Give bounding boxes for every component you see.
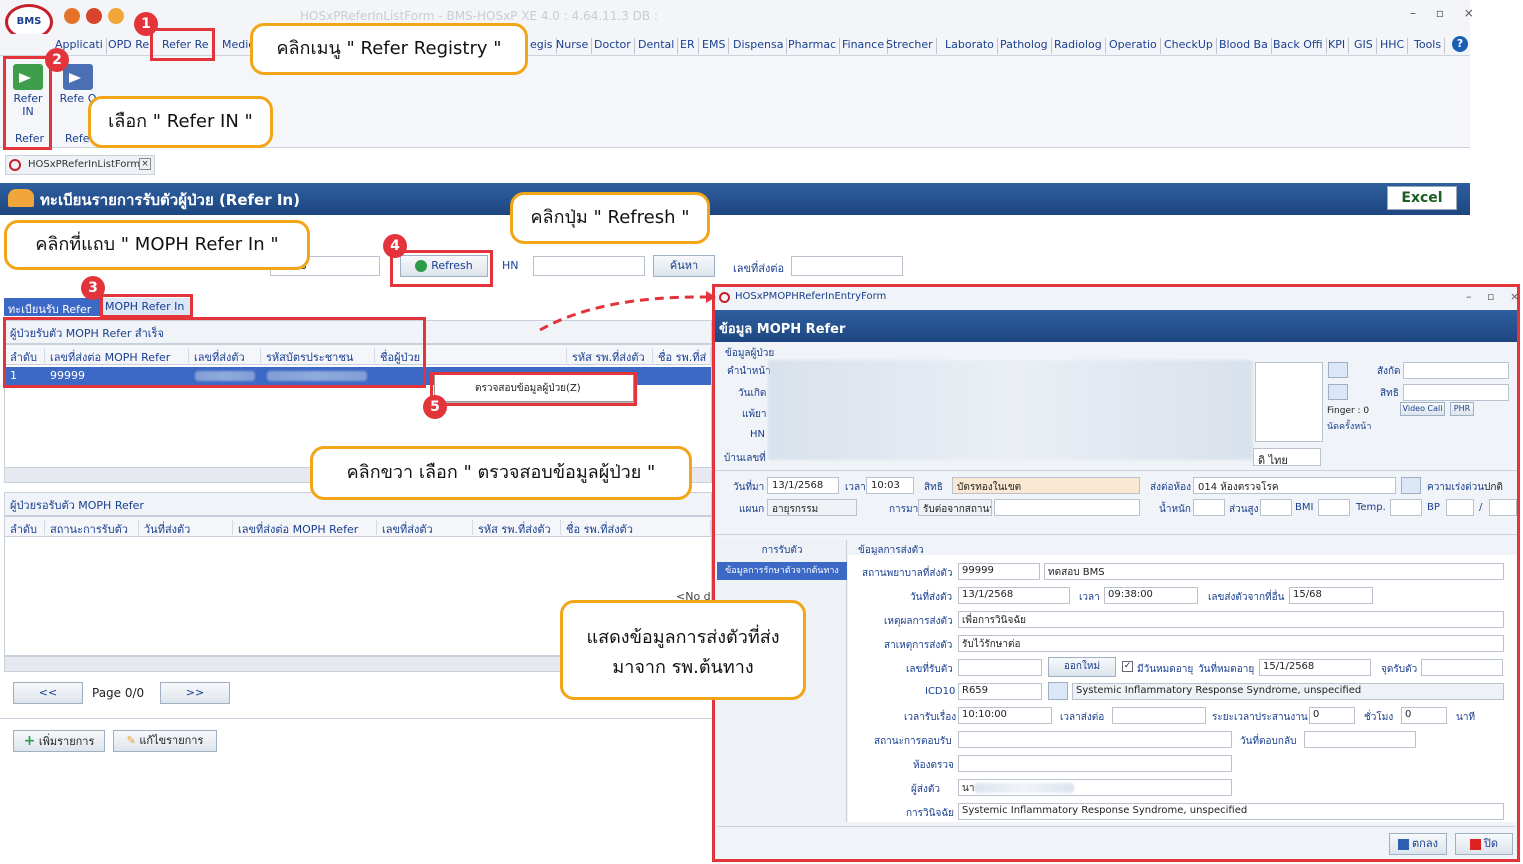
arrow-head xyxy=(706,291,716,303)
connector-lines xyxy=(539,291,716,332)
dashed-arrow xyxy=(539,295,707,332)
